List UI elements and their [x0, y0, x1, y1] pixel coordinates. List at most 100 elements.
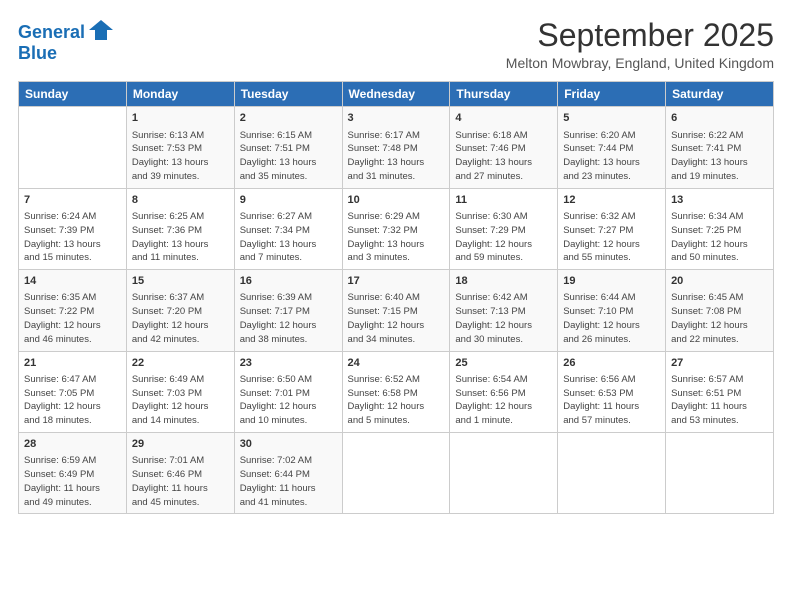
calendar-cell: 11Sunrise: 6:30 AMSunset: 7:29 PMDayligh… [450, 188, 558, 269]
calendar-cell: 4 Sunrise: 6:18 AMSunset: 7:46 PMDaylight… [450, 107, 558, 188]
day-number: 14 [24, 274, 121, 289]
calendar-cell: 12 Sunrise: 6:32 AMSunset: 7:27 PMDayligh… [558, 188, 666, 269]
cell-content: Sunrise: 6:24 AMSunset: 7:39 PMDaylight:… [24, 210, 121, 265]
calendar-cell [558, 433, 666, 514]
calendar-cell: 9Sunrise: 6:27 AMSunset: 7:34 PMDaylight… [234, 188, 342, 269]
col-monday: Monday [126, 82, 234, 107]
day-number: 7 [24, 193, 121, 208]
cell-content: Sunrise: 6:40 AMSunset: 7:15 PMDaylight:… [348, 291, 445, 346]
col-tuesday: Tuesday [234, 82, 342, 107]
logo: General Blue [18, 22, 115, 64]
day-number: 10 [348, 193, 445, 208]
calendar-cell: 14 Sunrise: 6:35 AMSunset: 7:22 PMDayligh… [19, 270, 127, 351]
day-number: 19 [563, 274, 660, 289]
cell-content: Sunrise: 6:49 AMSunset: 7:03 PMDaylight:… [132, 373, 229, 428]
day-number: 27 [671, 356, 768, 371]
day-number: 30 [240, 437, 337, 452]
calendar-cell: 13 Sunrise: 6:34 AMSunset: 7:25 PMDayligh… [666, 188, 774, 269]
calendar-cell: 24 Sunrise: 6:52 AMSunset: 6:58 PMDayligh… [342, 351, 450, 432]
calendar-cell [342, 433, 450, 514]
cell-content: Sunrise: 7:01 AMSunset: 6:46 PMDaylight:… [132, 454, 229, 509]
calendar-cell: 15 Sunrise: 6:37 AMSunset: 7:20 PMDayligh… [126, 270, 234, 351]
cell-content: Sunrise: 6:37 AMSunset: 7:20 PMDaylight:… [132, 291, 229, 346]
cell-content: Sunrise: 6:35 AMSunset: 7:22 PMDaylight:… [24, 291, 121, 346]
day-number: 2 [240, 111, 337, 126]
col-wednesday: Wednesday [342, 82, 450, 107]
calendar-cell: 17Sunrise: 6:40 AMSunset: 7:15 PMDayligh… [342, 270, 450, 351]
calendar-cell: 5 Sunrise: 6:20 AMSunset: 7:44 PMDaylight… [558, 107, 666, 188]
calendar-container: General Blue September 2025 Melton Mowbr… [0, 0, 792, 526]
calendar-cell: 7 Sunrise: 6:24 AMSunset: 7:39 PMDaylight… [19, 188, 127, 269]
cell-content: Sunrise: 6:56 AMSunset: 6:53 PMDaylight:… [563, 373, 660, 428]
day-number: 26 [563, 356, 660, 371]
calendar-week-5: 28Sunrise: 6:59 AMSunset: 6:49 PMDayligh… [19, 433, 774, 514]
cell-content: Sunrise: 6:54 AMSunset: 6:56 PMDaylight:… [455, 373, 552, 428]
cell-content: Sunrise: 6:44 AMSunset: 7:10 PMDaylight:… [563, 291, 660, 346]
cell-content: Sunrise: 6:15 AMSunset: 7:51 PMDaylight:… [240, 129, 337, 184]
calendar-cell: 30Sunrise: 7:02 AMSunset: 6:44 PMDayligh… [234, 433, 342, 514]
day-number: 25 [455, 356, 552, 371]
cell-content: Sunrise: 6:17 AMSunset: 7:48 PMDaylight:… [348, 129, 445, 184]
day-number: 12 [563, 193, 660, 208]
day-number: 15 [132, 274, 229, 289]
calendar-cell: 21Sunrise: 6:47 AMSunset: 7:05 PMDayligh… [19, 351, 127, 432]
location: Melton Mowbray, England, United Kingdom [506, 55, 774, 71]
calendar-cell: 26 Sunrise: 6:56 AMSunset: 6:53 PMDayligh… [558, 351, 666, 432]
cell-content: Sunrise: 6:50 AMSunset: 7:01 PMDaylight:… [240, 373, 337, 428]
day-number: 18 [455, 274, 552, 289]
day-number: 24 [348, 356, 445, 371]
calendar-cell: 1 Sunrise: 6:13 AMSunset: 7:53 PMDaylight… [126, 107, 234, 188]
logo-icon [87, 16, 115, 44]
day-number: 29 [132, 437, 229, 452]
logo-text: General [18, 23, 85, 43]
day-number: 5 [563, 111, 660, 126]
cell-content: Sunrise: 6:22 AMSunset: 7:41 PMDaylight:… [671, 129, 768, 184]
col-thursday: Thursday [450, 82, 558, 107]
calendar-cell: 10Sunrise: 6:29 AMSunset: 7:32 PMDayligh… [342, 188, 450, 269]
cell-content: Sunrise: 6:39 AMSunset: 7:17 PMDaylight:… [240, 291, 337, 346]
calendar-cell: 20 Sunrise: 6:45 AMSunset: 7:08 PMDayligh… [666, 270, 774, 351]
day-number: 6 [671, 111, 768, 126]
cell-content: Sunrise: 6:34 AMSunset: 7:25 PMDaylight:… [671, 210, 768, 265]
cell-content: Sunrise: 6:57 AMSunset: 6:51 PMDaylight:… [671, 373, 768, 428]
cell-content: Sunrise: 6:25 AMSunset: 7:36 PMDaylight:… [132, 210, 229, 265]
day-number: 13 [671, 193, 768, 208]
logo-blue-text: Blue [18, 43, 57, 63]
day-number: 21 [24, 356, 121, 371]
cell-content: Sunrise: 6:20 AMSunset: 7:44 PMDaylight:… [563, 129, 660, 184]
calendar-cell: 22Sunrise: 6:49 AMSunset: 7:03 PMDayligh… [126, 351, 234, 432]
cell-content: Sunrise: 6:52 AMSunset: 6:58 PMDaylight:… [348, 373, 445, 428]
calendar-cell: 23 Sunrise: 6:50 AMSunset: 7:01 PMDayligh… [234, 351, 342, 432]
day-number: 8 [132, 193, 229, 208]
cell-content: Sunrise: 6:18 AMSunset: 7:46 PMDaylight:… [455, 129, 552, 184]
cell-content: Sunrise: 6:13 AMSunset: 7:53 PMDaylight:… [132, 129, 229, 184]
cell-content: Sunrise: 6:32 AMSunset: 7:27 PMDaylight:… [563, 210, 660, 265]
col-saturday: Saturday [666, 82, 774, 107]
calendar-cell [19, 107, 127, 188]
day-number: 16 [240, 274, 337, 289]
day-number: 3 [348, 111, 445, 126]
day-number: 1 [132, 111, 229, 126]
cell-content: Sunrise: 6:30 AMSunset: 7:29 PMDaylight:… [455, 210, 552, 265]
calendar-cell: 29 Sunrise: 7:01 AMSunset: 6:46 PMDayligh… [126, 433, 234, 514]
calendar-cell: 27 Sunrise: 6:57 AMSunset: 6:51 PMDayligh… [666, 351, 774, 432]
calendar-week-1: 1 Sunrise: 6:13 AMSunset: 7:53 PMDaylight… [19, 107, 774, 188]
title-block: September 2025 Melton Mowbray, England, … [506, 18, 774, 71]
cell-content: Sunrise: 6:45 AMSunset: 7:08 PMDaylight:… [671, 291, 768, 346]
calendar-cell [666, 433, 774, 514]
day-number: 23 [240, 356, 337, 371]
calendar-table: Sunday Monday Tuesday Wednesday Thursday… [18, 81, 774, 514]
header: General Blue September 2025 Melton Mowbr… [18, 18, 774, 71]
col-sunday: Sunday [19, 82, 127, 107]
cell-content: Sunrise: 6:42 AMSunset: 7:13 PMDaylight:… [455, 291, 552, 346]
calendar-week-2: 7 Sunrise: 6:24 AMSunset: 7:39 PMDaylight… [19, 188, 774, 269]
day-number: 4 [455, 111, 552, 126]
cell-content: Sunrise: 6:27 AMSunset: 7:34 PMDaylight:… [240, 210, 337, 265]
month-title: September 2025 [506, 18, 774, 53]
day-number: 20 [671, 274, 768, 289]
calendar-cell: 3 Sunrise: 6:17 AMSunset: 7:48 PMDaylight… [342, 107, 450, 188]
calendar-cell: 6 Sunrise: 6:22 AMSunset: 7:41 PMDaylight… [666, 107, 774, 188]
calendar-week-3: 14 Sunrise: 6:35 AMSunset: 7:22 PMDayligh… [19, 270, 774, 351]
calendar-cell: 19 Sunrise: 6:44 AMSunset: 7:10 PMDayligh… [558, 270, 666, 351]
calendar-cell [450, 433, 558, 514]
